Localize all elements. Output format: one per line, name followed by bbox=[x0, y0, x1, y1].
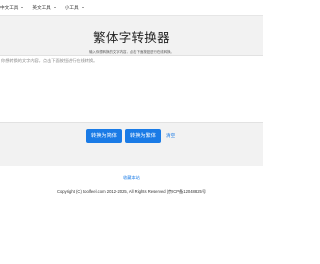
nav-item-label: 小工具 bbox=[64, 4, 79, 10]
nav-item-chinese-tools[interactable]: 中文工具 bbox=[0, 4, 24, 11]
nav-item-small-tools[interactable]: 小工具 bbox=[65, 5, 84, 11]
nav-item-label: 中文工具 bbox=[0, 4, 19, 10]
top-navigation: 中文工具 英文工具 小工具 bbox=[0, 0, 263, 16]
text-input[interactable] bbox=[0, 56, 263, 122]
text-editor-area bbox=[0, 55, 263, 123]
chevron-down-icon bbox=[21, 7, 24, 8]
chevron-down-icon bbox=[81, 7, 84, 8]
convert-to-traditional-button[interactable]: 转换为繁体 bbox=[125, 129, 161, 143]
chevron-down-icon bbox=[53, 7, 56, 8]
footer: 收藏本站 Copyright (C) toolfeel.com 2012-202… bbox=[0, 166, 263, 264]
clear-link[interactable]: 清空 bbox=[166, 129, 175, 143]
nav-item-english-tools[interactable]: 英文工具 bbox=[32, 4, 56, 11]
page-subtitle: 输入你想转换的文字内容，点击下面按钮进行在线转换。 bbox=[89, 50, 174, 54]
bookmark-link[interactable]: 收藏本站 bbox=[123, 175, 140, 181]
copyright-text: Copyright (C) toolfeel.com 2012-2025, Al… bbox=[56, 189, 207, 194]
page-title: 繁体字转换器 bbox=[93, 31, 170, 45]
nav-item-label: 英文工具 bbox=[32, 4, 51, 10]
convert-to-simplified-button[interactable]: 转换为简体 bbox=[86, 129, 122, 143]
action-bar: 转换为简体 转换为繁体 清空 bbox=[0, 123, 263, 166]
page-header: 繁体字转换器 输入你想转换的文字内容，点击下面按钮进行在线转换。 bbox=[0, 16, 263, 55]
